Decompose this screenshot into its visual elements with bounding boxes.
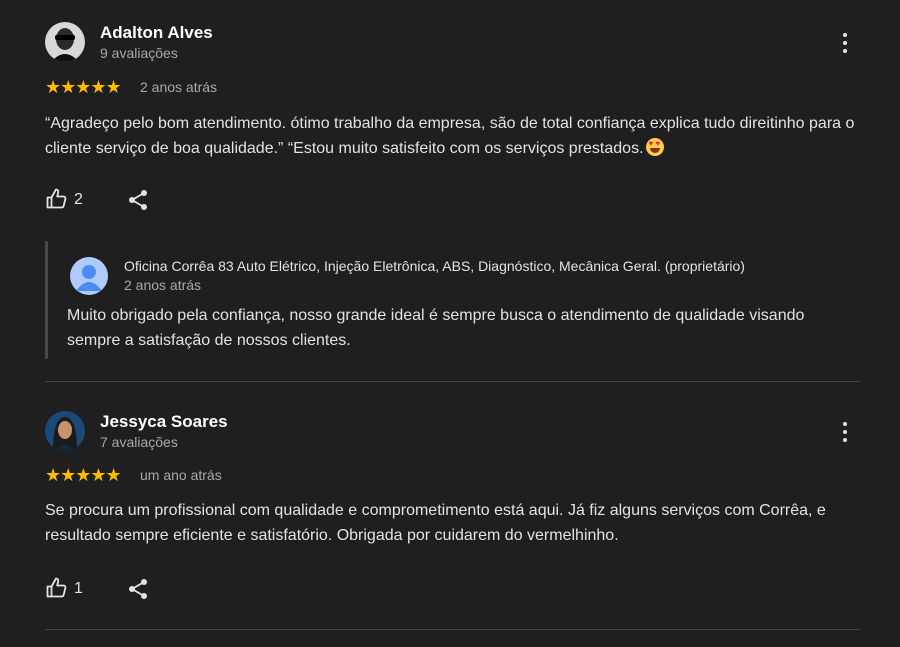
- review-text: “Agradeço pelo bom atendimento. ótimo tr…: [45, 111, 860, 161]
- reviewer-avatar[interactable]: [45, 411, 85, 451]
- review-text-content: “Agradeço pelo bom atendimento. ótimo tr…: [45, 115, 855, 157]
- owner-name: Oficina Corrêa 83 Auto Elétrico, Injeção…: [124, 258, 745, 274]
- star-rating: ★★★★★: [45, 77, 122, 97]
- divider: [45, 629, 860, 630]
- thumb-up-icon: [46, 577, 67, 598]
- more-vert-icon-dot: [843, 422, 847, 426]
- like-button[interactable]: 1: [45, 576, 105, 602]
- review-card: Jessyca Soares 7 avaliações ★★★★★ um ano…: [0, 382, 900, 647]
- owner-avatar: [70, 257, 108, 295]
- more-options-button[interactable]: [830, 28, 860, 58]
- share-button[interactable]: [126, 188, 150, 212]
- share-button[interactable]: [126, 577, 150, 601]
- review-date: um ano atrás: [140, 467, 222, 483]
- more-vert-icon-dot: [843, 438, 847, 442]
- more-vert-icon-dot: [843, 49, 847, 53]
- reviewer-name[interactable]: Jessyca Soares: [100, 412, 228, 432]
- more-options-button[interactable]: [830, 417, 860, 447]
- review-text: Se procura um profissional com qualidade…: [45, 502, 826, 544]
- reviewer-avatar[interactable]: [45, 22, 85, 62]
- more-vert-icon-dot: [843, 33, 847, 37]
- more-vert-icon-dot: [843, 41, 847, 45]
- reply-date: 2 anos atrás: [124, 277, 202, 293]
- like-count: 1: [74, 580, 83, 597]
- share-icon: [129, 190, 147, 210]
- star-rating: ★★★★★: [45, 465, 122, 485]
- reviewer-name[interactable]: Adalton Alves: [100, 23, 213, 43]
- thumb-up-icon: [46, 188, 67, 209]
- reply-text: Muito obrigado pela confiança, nosso gra…: [67, 307, 805, 349]
- review-date: 2 anos atrás: [140, 79, 218, 95]
- share-icon: [129, 579, 147, 599]
- review-card: Adalton Alves 9 avaliações ★★★★★ 2 anos …: [0, 0, 900, 382]
- like-button[interactable]: 2: [45, 187, 105, 213]
- reviewer-review-count: 9 avaliações: [100, 45, 178, 61]
- more-vert-icon-dot: [843, 430, 847, 434]
- like-count: 2: [74, 191, 83, 208]
- owner-reply: Oficina Corrêa 83 Auto Elétrico, Injeção…: [45, 241, 863, 359]
- heart-eyes-emoji-icon: [645, 138, 664, 156]
- reviewer-review-count: 7 avaliações: [100, 434, 178, 450]
